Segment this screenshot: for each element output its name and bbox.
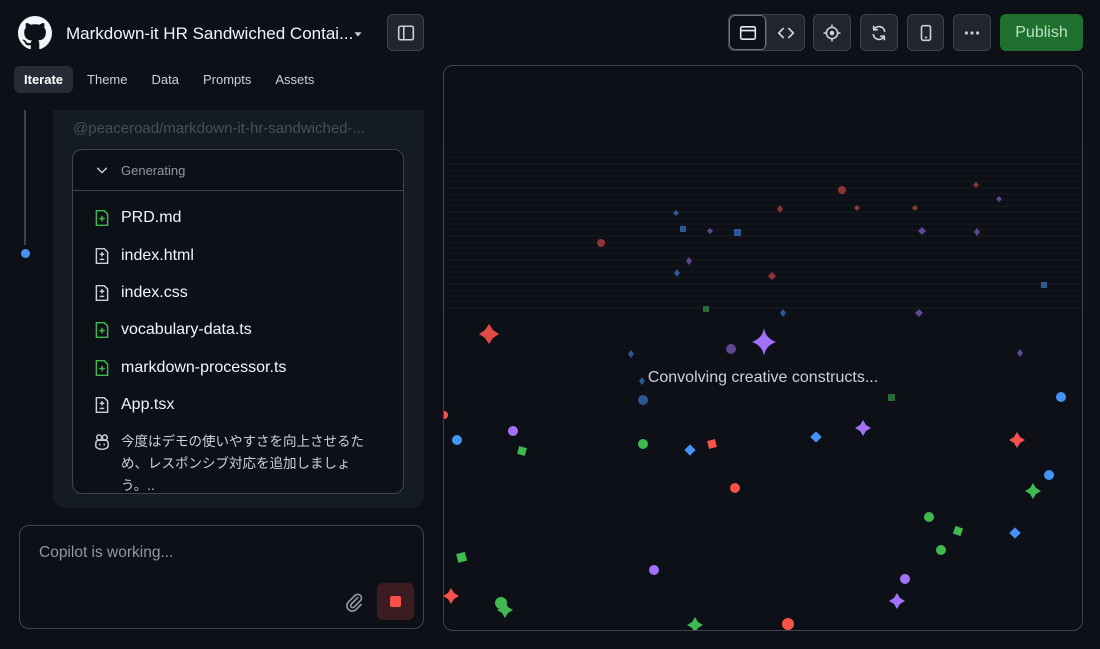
chat-input[interactable]: Copilot is working... bbox=[19, 525, 424, 629]
mention-text: @peaceroad/markdown-it-hr-sandwiched-... bbox=[73, 120, 366, 137]
file-name: App.tsx bbox=[121, 396, 175, 413]
preview-mode-button[interactable] bbox=[729, 15, 767, 50]
code-mode-button[interactable] bbox=[767, 15, 804, 50]
inspect-button[interactable] bbox=[813, 14, 851, 51]
caret-down-icon[interactable] bbox=[351, 27, 365, 41]
loading-status-text: Convolving creative constructs... bbox=[647, 369, 879, 386]
copilot-note-text: 今度はデモの使いやすさを向上させるため、レスポンシブ対応を追加しましょう。.. bbox=[121, 434, 364, 493]
timeline-line bbox=[24, 110, 26, 245]
refresh-button[interactable] bbox=[860, 14, 898, 51]
preview-pane[interactable]: Convolving creative constructs... bbox=[443, 65, 1083, 631]
view-mode-toggle[interactable] bbox=[728, 14, 805, 51]
paperclip-icon[interactable] bbox=[344, 592, 364, 612]
tab-theme[interactable]: Theme bbox=[77, 66, 137, 93]
sidebar-icon bbox=[397, 24, 414, 41]
file-name: vocabulary-data.ts bbox=[121, 321, 252, 338]
tab-bar: Iterate Theme Data Prompts Assets bbox=[14, 66, 324, 93]
chat-input-placeholder: Copilot is working... bbox=[39, 544, 174, 561]
github-logo-icon[interactable] bbox=[18, 16, 52, 50]
crosshair-icon bbox=[823, 24, 841, 41]
file-item[interactable]: index.html bbox=[93, 244, 194, 268]
device-preview-button[interactable] bbox=[907, 14, 944, 51]
timeline-dot bbox=[21, 249, 30, 258]
kebab-horizontal-icon bbox=[964, 30, 980, 35]
file-diff-icon bbox=[95, 247, 109, 265]
app-title[interactable]: Markdown-it HR Sandwiched Contai... bbox=[66, 24, 353, 44]
file-diff-icon bbox=[95, 284, 109, 302]
code-icon bbox=[777, 27, 794, 38]
tab-data[interactable]: Data bbox=[142, 66, 189, 93]
file-name: index.css bbox=[121, 284, 188, 301]
stop-generation-button[interactable] bbox=[377, 583, 414, 620]
tab-iterate[interactable]: Iterate bbox=[14, 66, 74, 93]
file-item[interactable]: PRD.md bbox=[93, 206, 181, 230]
browser-window-icon bbox=[739, 25, 756, 40]
generating-header[interactable]: Generating bbox=[73, 150, 403, 191]
file-added-icon bbox=[95, 209, 109, 227]
file-added-icon bbox=[95, 321, 109, 339]
file-added-icon bbox=[95, 359, 109, 377]
publish-button[interactable]: Publish bbox=[1000, 14, 1083, 51]
mobile-device-icon bbox=[920, 24, 931, 41]
sync-icon bbox=[872, 25, 886, 40]
stop-icon bbox=[390, 596, 401, 607]
sparkle-icon bbox=[752, 328, 776, 356]
tab-prompts[interactable]: Prompts bbox=[193, 66, 261, 93]
more-options-button[interactable] bbox=[953, 14, 991, 51]
file-item[interactable]: index.css bbox=[93, 281, 188, 305]
file-item[interactable]: vocabulary-data.ts bbox=[93, 318, 252, 342]
chevron-down-icon bbox=[96, 167, 108, 174]
copilot-note: 今度はデモの使いやすさを向上させるため、レスポンシブ対応を追加しましょう。.. bbox=[93, 431, 381, 497]
file-item[interactable]: App.tsx bbox=[93, 393, 174, 417]
generating-panel: Generating PRD.md index.html index.css v… bbox=[72, 149, 404, 494]
file-diff-icon bbox=[95, 396, 109, 414]
file-name: index.html bbox=[121, 247, 194, 264]
generating-label: Generating bbox=[121, 162, 186, 178]
toggle-sidebar-button[interactable] bbox=[387, 14, 424, 51]
file-item[interactable]: markdown-processor.ts bbox=[93, 356, 286, 380]
tab-assets[interactable]: Assets bbox=[265, 66, 324, 93]
file-name: PRD.md bbox=[121, 209, 182, 226]
file-name: markdown-processor.ts bbox=[121, 359, 287, 376]
copilot-icon bbox=[95, 434, 109, 451]
